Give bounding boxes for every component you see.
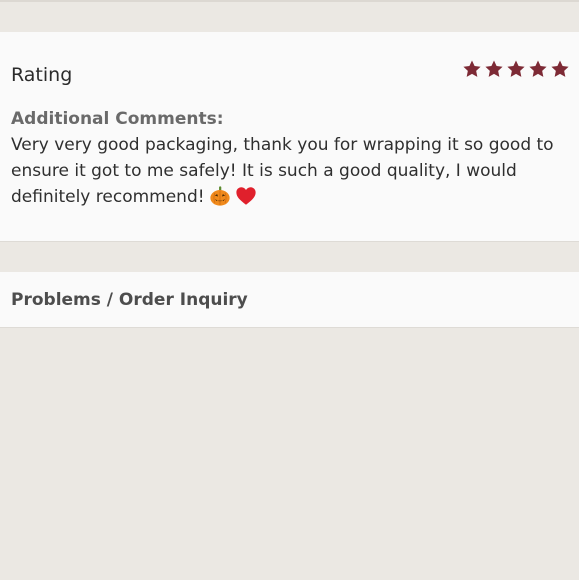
comment-line: definitely recommend! <box>11 187 205 207</box>
jack-o-lantern-icon <box>209 186 230 206</box>
star-icon <box>507 60 525 77</box>
rating-title: Rating <box>11 64 73 86</box>
comment-text: Very very good packaging, thank you for … <box>11 132 579 210</box>
star-icon <box>529 60 547 77</box>
problems-order-inquiry-title[interactable]: Problems / Order Inquiry <box>11 287 248 313</box>
comment-line: Very very good packaging, thank you for … <box>11 135 554 155</box>
heart-icon <box>235 187 256 205</box>
star-icon <box>551 60 569 77</box>
star-icon <box>463 60 481 77</box>
star-icon <box>485 60 503 77</box>
comment-line: ensure it got to me safely! It is such a… <box>11 161 517 181</box>
star-rating <box>462 59 570 79</box>
comments-heading: Additional Comments: <box>11 109 224 129</box>
top-divider <box>0 0 579 2</box>
